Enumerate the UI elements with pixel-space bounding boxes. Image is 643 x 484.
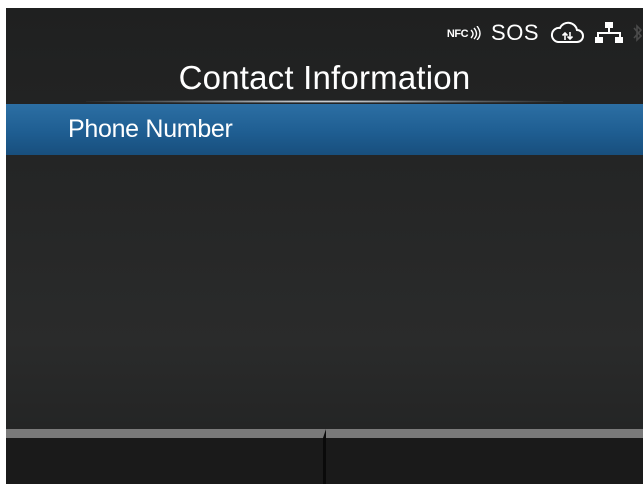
- network-icon: [595, 21, 623, 45]
- printer-display: NFC SOS Contact Information Phone Number: [6, 8, 643, 484]
- page-title: Contact Information: [178, 59, 471, 96]
- status-bar: NFC SOS: [447, 16, 643, 50]
- nfc-waves-icon: [470, 26, 481, 40]
- menu-item-phone-number[interactable]: Phone Number: [6, 104, 643, 155]
- nfc-label: NFC: [446, 28, 469, 40]
- sos-indicator: SOS: [491, 20, 539, 46]
- softkey-right[interactable]: [326, 429, 643, 484]
- title-underline: [86, 100, 563, 103]
- bluetooth-icon: [633, 21, 643, 45]
- cloud-sync-icon: [549, 21, 585, 45]
- softkey-left[interactable]: [6, 429, 326, 484]
- softkey-bar: [6, 429, 643, 484]
- menu-list: Phone Number: [6, 104, 643, 155]
- nfc-icon: NFC: [447, 26, 481, 40]
- sos-label: SOS: [491, 20, 539, 45]
- menu-item-label: Phone Number: [68, 115, 233, 143]
